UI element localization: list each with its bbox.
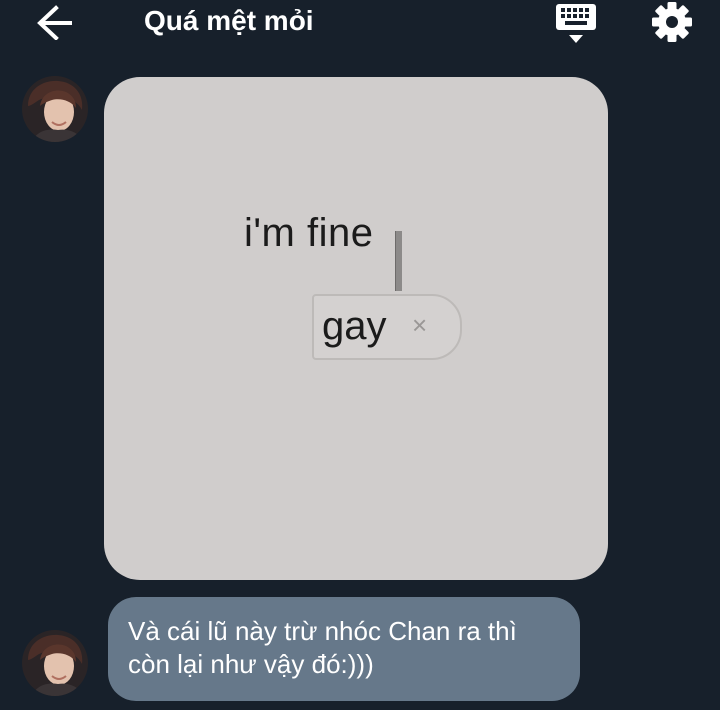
text-cursor xyxy=(395,231,402,291)
text-message[interactable]: Và cái lũ này trừ nhóc Chan ra thì còn l… xyxy=(108,597,580,701)
image-message[interactable]: i'm fine gay × xyxy=(104,77,608,580)
avatar[interactable] xyxy=(22,630,88,696)
message-line: Và cái lũ này trừ nhóc Chan ra thì xyxy=(128,616,517,646)
close-icon: × xyxy=(412,310,428,340)
gear-icon xyxy=(652,2,692,42)
profile-photo xyxy=(22,76,88,142)
back-button[interactable] xyxy=(36,4,76,41)
chat-title: Quá mệt mỏi xyxy=(144,5,314,36)
avatar[interactable] xyxy=(22,76,88,142)
message-line: còn lại như vậy đó:))) xyxy=(128,649,374,679)
keyboard-icon xyxy=(556,4,596,43)
keyboard-button[interactable] xyxy=(553,2,599,46)
image-text-line: i'm fine xyxy=(244,211,374,255)
suggestion-word: gay xyxy=(322,304,387,348)
chat-screen: Quá mệt mỏi i'm fine gay × Và cái lũ này… xyxy=(0,0,720,710)
arrow-left-icon xyxy=(37,5,72,41)
profile-photo xyxy=(22,630,88,696)
suggestion-chip: gay × xyxy=(312,294,462,360)
top-bar: Quá mệt mỏi xyxy=(0,0,720,50)
settings-button[interactable] xyxy=(650,0,694,44)
